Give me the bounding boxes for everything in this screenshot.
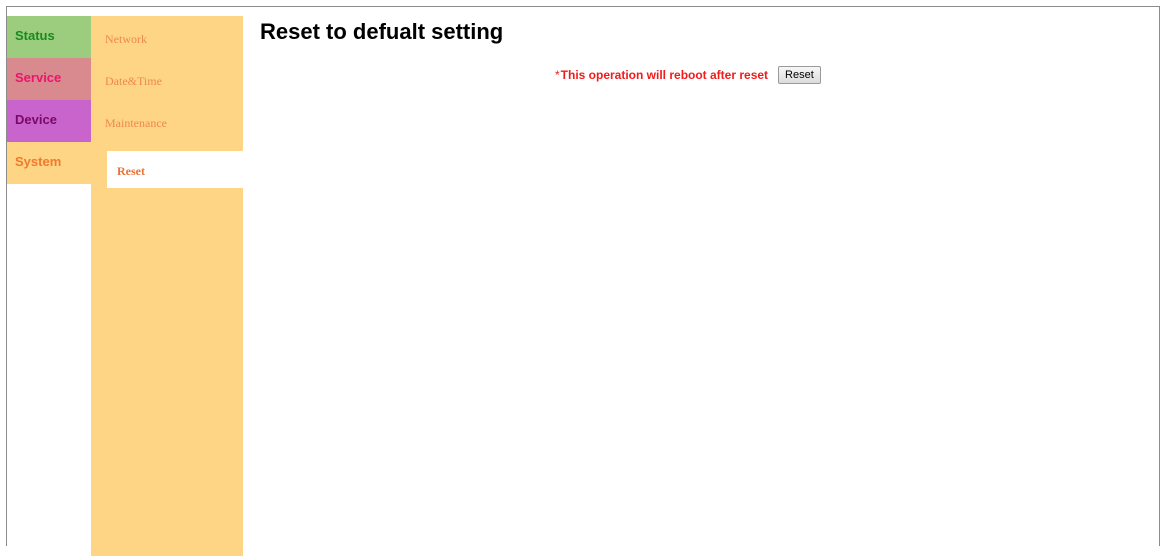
subnav-network-label: Network — [105, 32, 147, 46]
subnav-maintenance-label: Maintenance — [105, 116, 167, 130]
subnav-date-time[interactable]: Date&Time — [91, 58, 243, 100]
secondary-nav: Network Date&Time Maintenance Reset — [91, 16, 243, 556]
nav-status[interactable]: Status — [7, 16, 91, 58]
subnav-date-time-label: Date&Time — [105, 74, 162, 88]
subnav-reset-label: Reset — [117, 164, 145, 178]
subnav-network[interactable]: Network — [91, 16, 243, 58]
nav-system[interactable]: System — [7, 142, 91, 184]
subnav-reset[interactable]: Reset — [107, 151, 243, 188]
subnav-maintenance[interactable]: Maintenance — [91, 100, 243, 142]
reboot-warning-text: This operation will reboot after reset — [560, 68, 769, 82]
nav-service-label: Service — [15, 70, 62, 85]
required-asterisk: * — [555, 68, 560, 82]
nav-device-label: Device — [15, 112, 57, 127]
nav-device[interactable]: Device — [7, 100, 91, 142]
primary-nav: Status Service Device System — [7, 16, 91, 184]
nav-service[interactable]: Service — [7, 58, 91, 100]
nav-system-label: System — [15, 154, 62, 169]
nav-status-label: Status — [15, 28, 55, 43]
reset-button[interactable]: Reset — [778, 66, 821, 84]
page-title: Reset to defualt setting — [260, 19, 504, 44]
reset-notice-row: * This operation will reboot after reset… — [555, 66, 821, 84]
page-frame: Status Service Device System Network Dat… — [6, 6, 1160, 556]
